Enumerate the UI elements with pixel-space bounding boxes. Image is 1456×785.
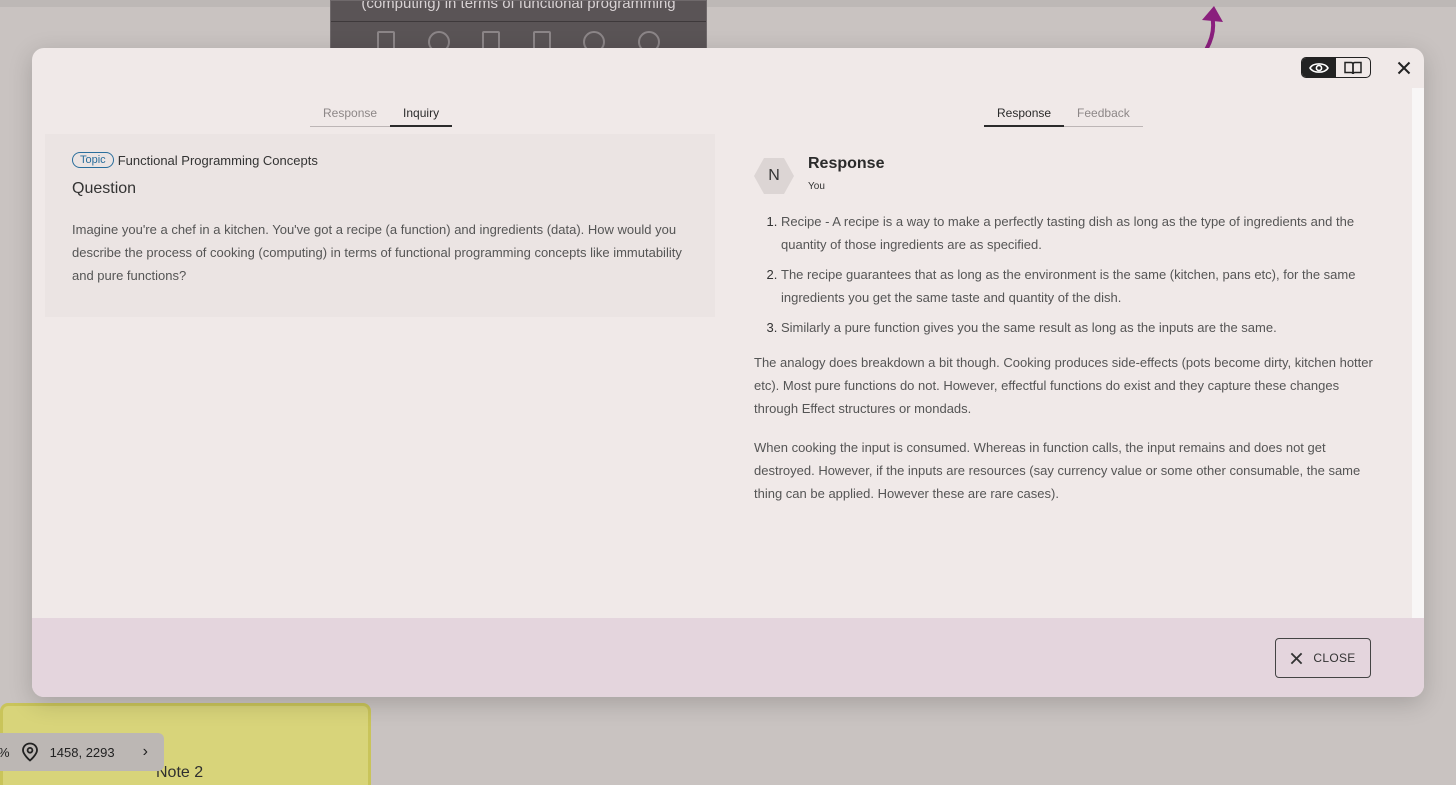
question-heading: Question — [72, 180, 137, 197]
list-item: Recipe - A recipe is a way to make a per… — [781, 210, 1374, 256]
tab-response-right[interactable]: Response — [984, 102, 1065, 127]
response-title: Response — [808, 155, 885, 172]
list-item: The recipe guarantees that as long as th… — [781, 263, 1374, 309]
coordinate-value: 1458, 2293 — [49, 744, 115, 760]
topic-row: Topic Functional Programming Concepts — [72, 152, 318, 168]
close-button[interactable]: CLOSE — [1275, 638, 1371, 678]
close-icon[interactable] — [1394, 58, 1414, 78]
view-mode-toggle[interactable] — [1301, 57, 1371, 78]
tab-response-left[interactable]: Response — [310, 102, 390, 127]
inquiry-panel: Topic Functional Programming Concepts Qu… — [45, 134, 715, 317]
left-tab-bar: Response Inquiry — [310, 102, 453, 127]
canvas-top-bar — [0, 0, 1456, 7]
response-paragraph: The analogy does breakdown a bit though.… — [754, 355, 1373, 416]
avatar-initial: N — [768, 167, 780, 184]
coordinate-readout[interactable]: % 1458, 2293 › — [0, 733, 164, 771]
eye-view-button[interactable] — [1302, 58, 1336, 77]
response-author: You — [808, 181, 825, 192]
close-icon — [1291, 652, 1303, 664]
response-body: Recipe - A recipe is a way to make a per… — [754, 210, 1374, 521]
background-node-divider — [331, 21, 706, 22]
close-button-label: CLOSE — [1313, 651, 1356, 665]
background-node-text: (computing) in terms of functional progr… — [361, 0, 676, 12]
connector-arrow-icon — [1202, 6, 1223, 50]
response-paragraph: When cooking the input is consumed. Wher… — [754, 440, 1361, 501]
question-text: Imagine you're a chef in a kitchen. You'… — [72, 222, 682, 283]
chevron-right-icon[interactable]: › — [143, 743, 148, 761]
list-item: Similarly a pure function gives you the … — [781, 316, 1374, 339]
book-view-button[interactable] — [1336, 58, 1370, 77]
tab-inquiry[interactable]: Inquiry — [390, 102, 453, 127]
topic-badge: Topic — [72, 152, 114, 168]
response-modal: Response Inquiry Response Feedback Topic… — [32, 48, 1424, 697]
topic-title: Functional Programming Concepts — [117, 152, 318, 168]
response-list: Recipe - A recipe is a way to make a per… — [754, 210, 1374, 339]
modal-scrollbar[interactable] — [1412, 88, 1424, 618]
location-pin-icon — [21, 742, 38, 762]
zoom-percent: % — [0, 745, 10, 760]
modal-footer — [32, 618, 1424, 697]
right-tab-bar: Response Feedback — [984, 102, 1143, 127]
tab-feedback[interactable]: Feedback — [1064, 102, 1143, 127]
eye-icon — [1309, 62, 1329, 73]
book-icon — [1344, 61, 1362, 74]
